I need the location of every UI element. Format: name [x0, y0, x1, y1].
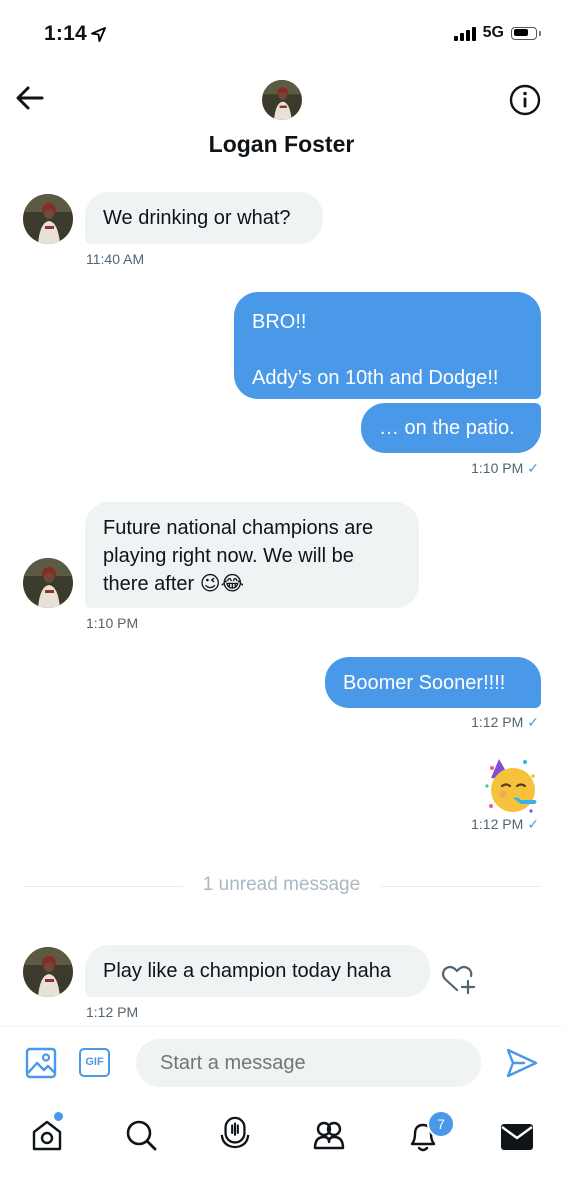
- message-line: BRO!!: [252, 311, 307, 333]
- message-text: … on the patio.: [379, 417, 515, 439]
- message-text: Play like a champion today haha: [103, 960, 391, 982]
- message-input[interactable]: [136, 1039, 481, 1087]
- header-avatar[interactable]: [262, 80, 302, 120]
- sender-avatar[interactable]: [23, 558, 73, 608]
- conversation-title: Logan Foster: [208, 131, 355, 157]
- message-timestamp: 1:10 PM ✓: [471, 460, 539, 477]
- message-line: Future national champions are: [103, 517, 374, 539]
- message-timestamp: 1:12 PM ✓: [471, 816, 539, 833]
- send-icon[interactable]: [505, 1047, 539, 1079]
- sender-avatar[interactable]: [23, 194, 73, 244]
- heart-plus-icon[interactable]: [440, 963, 476, 995]
- network-type: 5G: [482, 24, 504, 41]
- partying-face-emoji[interactable]: [481, 756, 541, 816]
- message-timestamp: 1:12 PM: [86, 1004, 139, 1020]
- status-indicators: 5G: [453, 24, 541, 42]
- sent-check-icon: ✓: [527, 460, 539, 476]
- message-bubble-incoming[interactable]: Play like a champion today haha: [85, 945, 430, 997]
- unread-divider-text: 1 unread message: [190, 874, 373, 895]
- sender-avatar[interactable]: [23, 947, 73, 997]
- info-icon[interactable]: [509, 84, 541, 116]
- gif-button[interactable]: GIF: [79, 1048, 110, 1077]
- message-timestamp: 1:12 PM ✓: [471, 714, 539, 731]
- sent-check-icon: ✓: [527, 714, 539, 730]
- timestamp-text: 1:12 PM: [471, 714, 524, 730]
- back-arrow-icon[interactable]: [14, 84, 46, 112]
- gif-label: GIF: [85, 1056, 104, 1068]
- communities-icon[interactable]: [312, 1118, 346, 1152]
- message-text: Boomer Sooner!!!!: [343, 672, 506, 694]
- messages-mail-icon[interactable]: [500, 1120, 534, 1154]
- message-bubble-outgoing[interactable]: Boomer Sooner!!!!: [325, 657, 541, 708]
- cellular-signal-icon: [453, 25, 476, 41]
- battery-icon: [511, 26, 541, 40]
- composer-divider: [0, 1026, 563, 1027]
- message-text: We drinking or what?: [103, 207, 291, 229]
- message-line: there after 😉😂: [103, 573, 244, 595]
- message-line: [252, 336, 523, 364]
- home-unread-dot: [54, 1112, 63, 1121]
- home-icon[interactable]: [30, 1118, 64, 1152]
- message-bubble-incoming[interactable]: Future national champions are playing ri…: [85, 502, 419, 608]
- location-arrow-icon: [91, 27, 106, 42]
- spaces-microphone-icon[interactable]: [218, 1116, 252, 1150]
- sent-check-icon: ✓: [527, 816, 539, 832]
- timestamp-text: 1:12 PM: [471, 816, 524, 832]
- message-line: Addy’s on 10th and Dodge!!: [252, 367, 499, 389]
- status-time: 1:14: [44, 22, 87, 45]
- timestamp-text: 1:10 PM: [471, 460, 524, 476]
- message-bubble-incoming[interactable]: We drinking or what?: [85, 192, 323, 244]
- message-bubble-outgoing[interactable]: … on the patio.: [361, 403, 541, 453]
- notifications-badge: 7: [427, 1110, 455, 1138]
- message-line: playing right now. We will be: [103, 545, 354, 567]
- search-icon[interactable]: [124, 1118, 158, 1152]
- image-upload-icon[interactable]: [25, 1047, 57, 1079]
- message-timestamp: 11:40 AM: [86, 251, 145, 267]
- unread-divider: 1 unread message: [0, 874, 563, 896]
- message-bubble-outgoing[interactable]: BRO!! Addy’s on 10th and Dodge!!: [234, 292, 541, 399]
- message-timestamp: 1:10 PM: [86, 615, 139, 631]
